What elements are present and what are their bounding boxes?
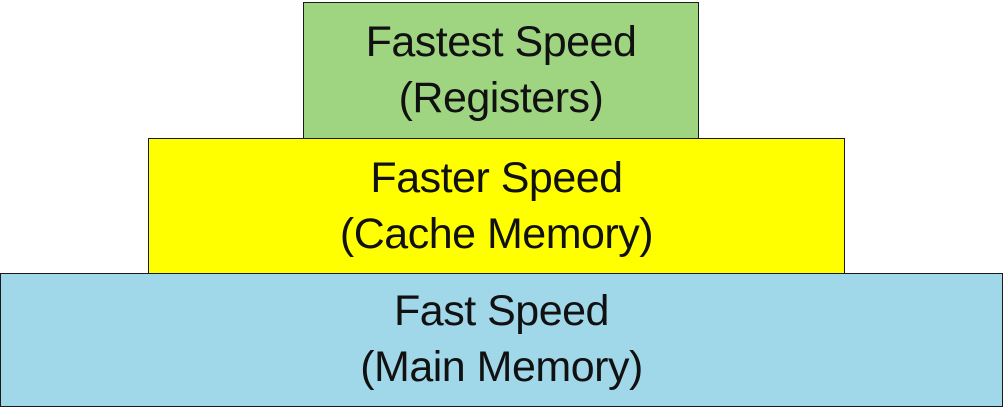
main-memory-tier-memory-label: (Main Memory): [360, 343, 643, 391]
cache-memory-tier: Faster Speed (Cache Memory): [148, 138, 845, 275]
memory-hierarchy-pyramid: Fastest Speed (Registers) Faster Speed (…: [0, 0, 1005, 409]
main-memory-tier: Fast Speed (Main Memory): [0, 273, 1003, 407]
cache-memory-tier-memory-label: (Cache Memory): [339, 209, 654, 258]
registers-tier: Fastest Speed (Registers): [303, 2, 699, 139]
main-memory-tier-speed-label: Fast Speed: [394, 287, 609, 336]
registers-tier-speed-label: Fastest Speed: [365, 17, 637, 66]
cache-memory-tier-speed-label: Faster Speed: [370, 153, 623, 202]
registers-tier-memory-label: (Registers): [398, 73, 604, 122]
